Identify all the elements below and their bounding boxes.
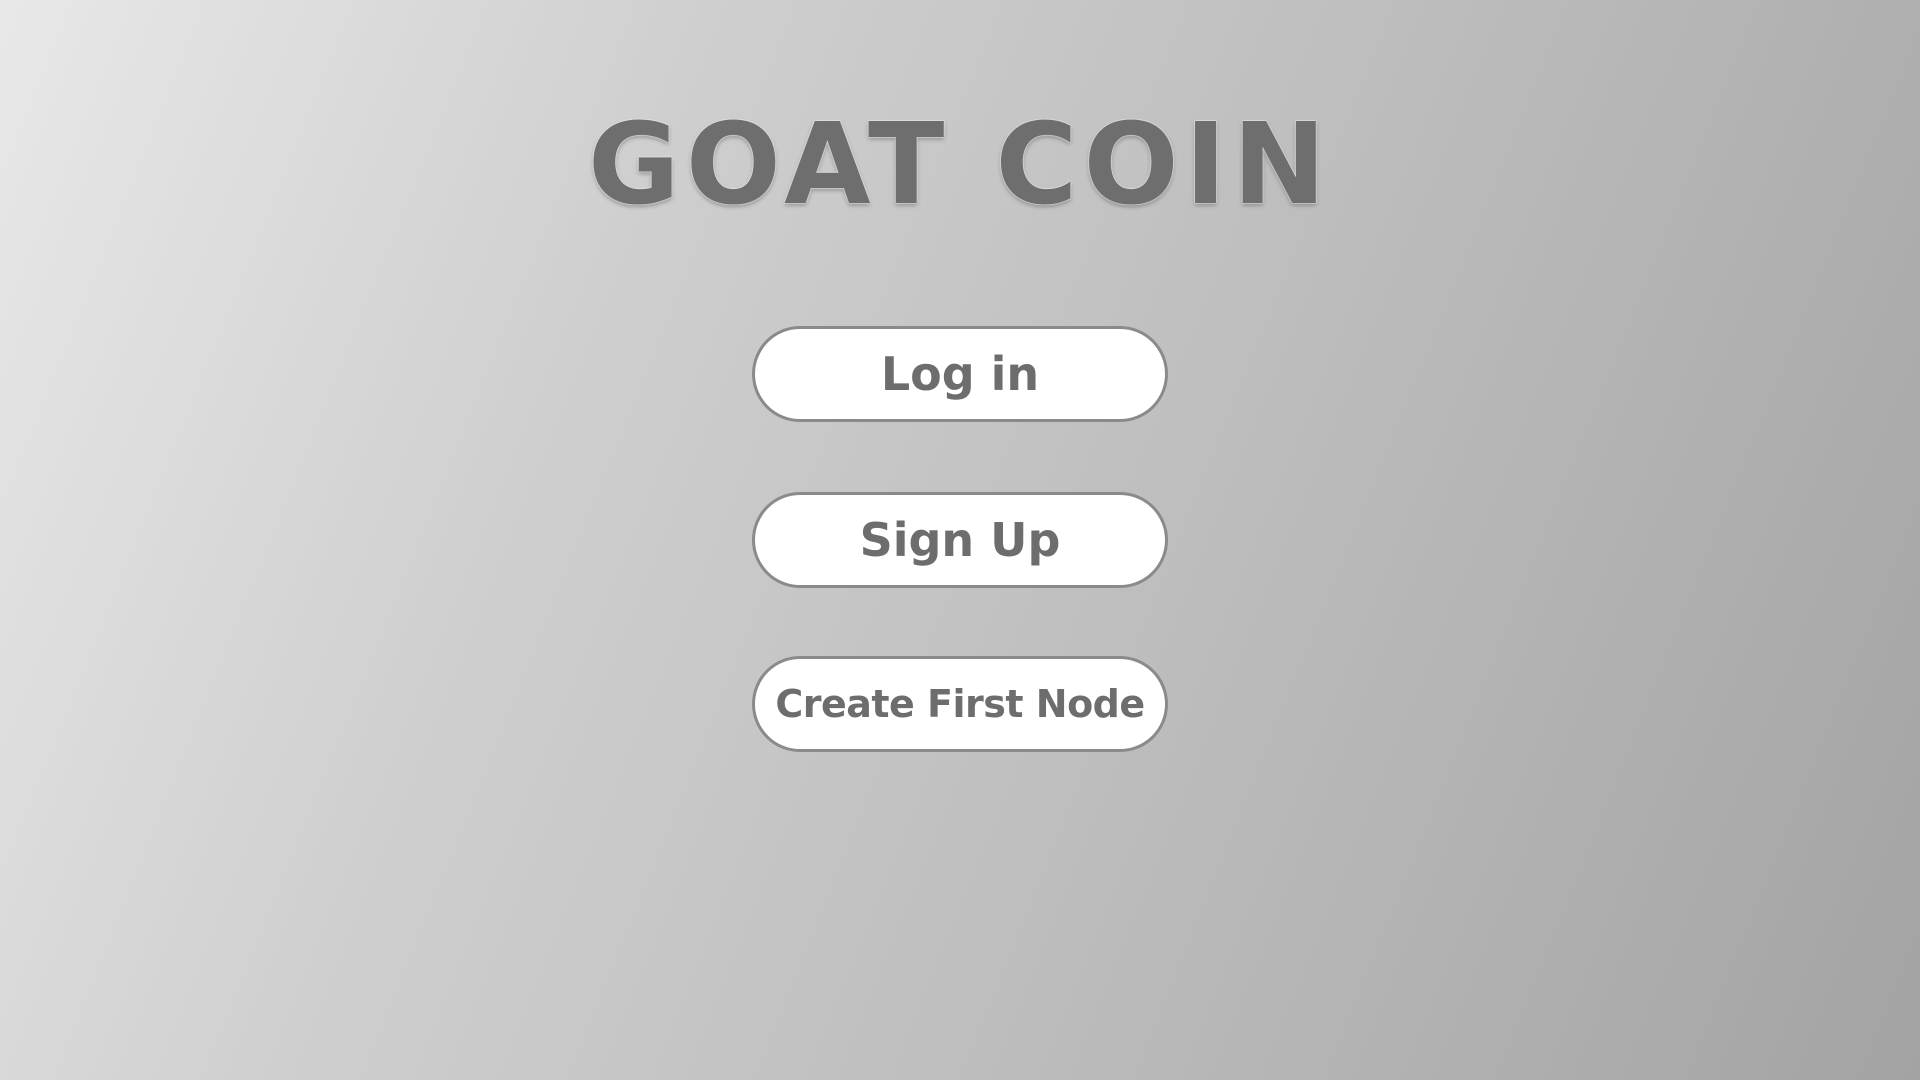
create-first-node-button[interactable]: Create First Node — [752, 656, 1168, 752]
app-title: GOAT COIN — [587, 100, 1333, 230]
signup-button[interactable]: Sign Up — [752, 492, 1168, 588]
main-menu: Log in Sign Up Create First Node — [752, 326, 1168, 752]
login-button[interactable]: Log in — [752, 326, 1168, 422]
start-screen: GOAT COIN Log in Sign Up Create First No… — [0, 0, 1920, 1080]
